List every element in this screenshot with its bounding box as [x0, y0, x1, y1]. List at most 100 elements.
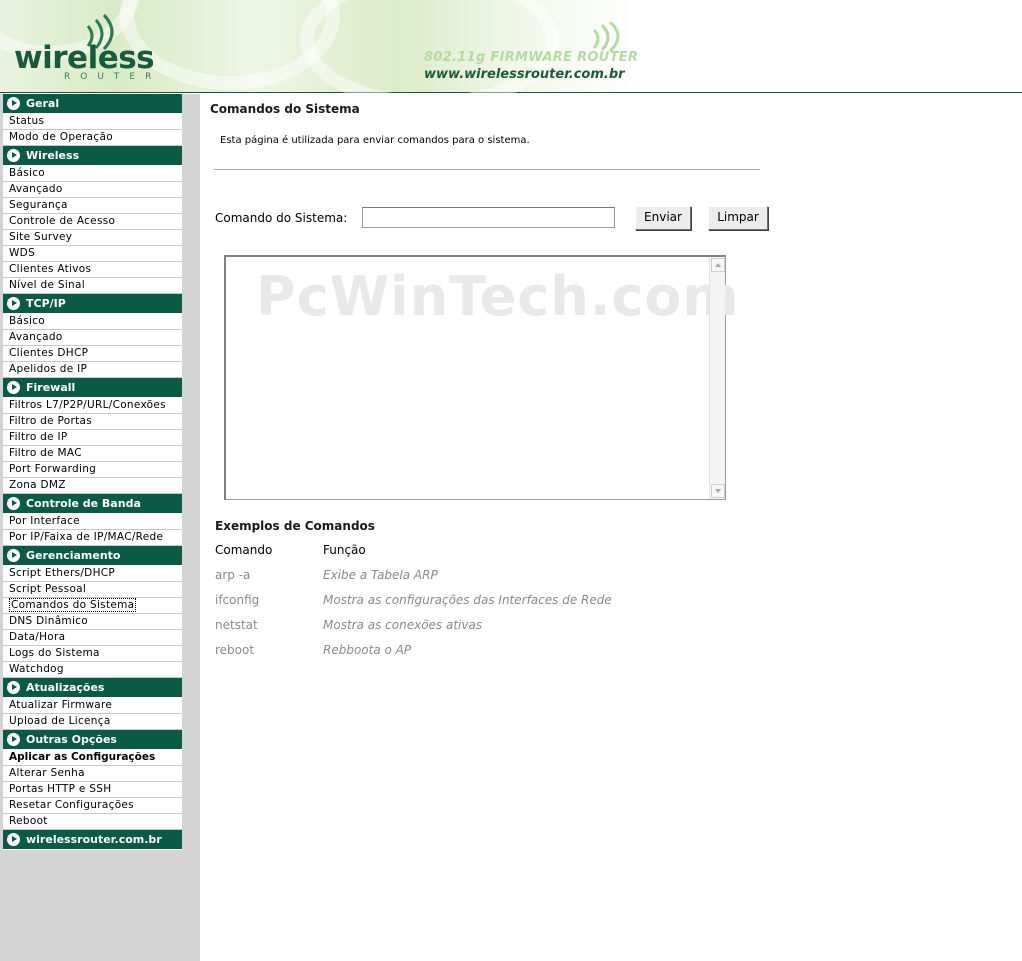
- menu-section-geral[interactable]: Geral: [3, 94, 182, 114]
- sidebar-item-label: Script Ethers/DHCP: [9, 567, 116, 579]
- examples-table: Comando Função arp -a Exibe a Tabela ARP i…: [215, 543, 612, 668]
- sidebar-item-basico[interactable]: Básico: [3, 314, 182, 330]
- sidebar: Geral Status Modo de Operação Wireless Básic…: [0, 94, 200, 961]
- sidebar-item-controle-de-acesso[interactable]: Controle de Acesso: [3, 214, 182, 230]
- command-input[interactable]: [362, 207, 615, 228]
- sidebar-item-label: Filtro de Portas: [9, 415, 93, 427]
- menu-section-label: Atualizações: [26, 681, 105, 694]
- sidebar-item-label: Segurança: [9, 199, 68, 211]
- sidebar-item-status[interactable]: Status: [3, 114, 182, 130]
- sidebar-item-reboot[interactable]: Reboot: [3, 814, 182, 830]
- sidebar-item-label: Logs do Sistema: [9, 647, 100, 659]
- sidebar-item-portas-http-e-ssh[interactable]: Portas HTTP e SSH: [3, 782, 182, 798]
- sidebar-item-logs-do-sistema[interactable]: Logs do Sistema: [3, 646, 182, 662]
- menu-section-label: Outras Opções: [26, 733, 117, 746]
- scroll-up-icon[interactable]: [711, 258, 725, 272]
- sidebar-item-por-interface[interactable]: Por Interface: [3, 514, 182, 530]
- sidebar-item-label: Watchdog: [9, 663, 64, 675]
- sidebar-item-aplicar-as-configuracoes[interactable]: Aplicar as Configurações: [3, 750, 182, 766]
- menu-section-tcp-ip[interactable]: TCP/IP: [3, 294, 182, 314]
- sidebar-item-label: Clientes DHCP: [9, 347, 89, 359]
- menu-section-atualizacoes[interactable]: Atualizações: [3, 678, 182, 698]
- tagline: 802.11g FIRMWARE ROUTER www.wirelessrout…: [424, 50, 638, 82]
- watermark: PcWinTech.com: [256, 265, 740, 328]
- sidebar-item-zona-dmz[interactable]: Zona DMZ: [3, 478, 182, 494]
- arrow-right-circle-icon: [7, 833, 20, 846]
- output-textarea[interactable]: PcWinTech.com: [224, 255, 739, 500]
- sidebar-item-avancado[interactable]: Avançado: [3, 330, 182, 346]
- sidebar-item-site-survey[interactable]: Site Survey: [3, 230, 182, 246]
- sidebar-item-port-forwarding[interactable]: Port Forwarding: [3, 462, 182, 478]
- examples-header-command: Comando: [215, 543, 273, 557]
- menu-section-wireless[interactable]: Wireless: [3, 146, 182, 166]
- sidebar-item-dns-dinamico[interactable]: DNS Dinâmico: [3, 614, 182, 630]
- sidebar-item-resetar-configuracoes[interactable]: Resetar Configurações: [3, 798, 182, 814]
- tagline-url: www.wirelessrouter.com.br: [424, 67, 625, 82]
- menu-section-label: Gerenciamento: [26, 549, 121, 562]
- menu-section-label: TCP/IP: [26, 297, 66, 310]
- sidebar-item-label: WDS: [9, 247, 36, 259]
- sidebar-item-data-hora[interactable]: Data/Hora: [3, 630, 182, 646]
- examples-title: Exemplos de Comandos: [215, 519, 375, 533]
- examples-header-function: Função: [323, 543, 366, 557]
- sidebar-item-label: Upload de Licença: [9, 715, 111, 727]
- sidebar-item-filtro-de-mac[interactable]: Filtro de MAC: [3, 446, 182, 462]
- sidebar-item-filtro-de-portas[interactable]: Filtro de Portas: [3, 414, 182, 430]
- sidebar-item-label: Portas HTTP e SSH: [9, 783, 112, 795]
- arrow-right-circle-icon: [7, 381, 20, 394]
- send-button[interactable]: Enviar: [635, 206, 691, 230]
- main-content: Comandos do Sistema Esta página é utiliz…: [200, 94, 1022, 961]
- sidebar-item-label: Resetar Configurações: [9, 799, 134, 811]
- output-scrollbar[interactable]: [709, 257, 725, 499]
- sidebar-item-modo-de-operacao[interactable]: Modo de Operação: [3, 130, 182, 146]
- sidebar-item-nivel-de-sinal[interactable]: Nível de Sinal: [3, 278, 182, 294]
- tagline-product: 802.11g FIRMWARE ROUTER: [424, 50, 639, 65]
- example-function: Mostra as configurações das Interfaces d…: [323, 593, 612, 607]
- sidebar-item-apelidos-de-ip[interactable]: Apelidos de IP: [3, 362, 182, 378]
- sidebar-item-label: Básico: [9, 167, 46, 179]
- sidebar-item-alterar-senha[interactable]: Alterar Senha: [3, 766, 182, 782]
- sidebar-item-clientes-ativos[interactable]: Clientes Ativos: [3, 262, 182, 278]
- sidebar-item-avancado[interactable]: Avançado: [3, 182, 182, 198]
- sidebar-item-label: Reboot: [9, 815, 48, 827]
- sidebar-item-label: Por IP/Faixa de IP/MAC/Rede: [9, 531, 164, 543]
- sidebar-item-filtro-de-ip[interactable]: Filtro de IP: [3, 430, 182, 446]
- sidebar-item-comandos-do-sistema[interactable]: Comandos do Sistema: [3, 598, 182, 614]
- examples-header-row: Comando Função: [215, 543, 612, 568]
- sidebar-item-watchdog[interactable]: Watchdog: [3, 662, 182, 678]
- menu-section-label: Geral: [26, 97, 60, 110]
- sidebar-item-basico[interactable]: Básico: [3, 166, 182, 182]
- logo: wireless ROUTER: [14, 40, 162, 82]
- sidebar-item-atualizar-firmware[interactable]: Atualizar Firmware: [3, 698, 182, 714]
- sidebar-item-script-ethers-dhcp[interactable]: Script Ethers/DHCP: [3, 566, 182, 582]
- menu-section-wirelessrouter-com-br[interactable]: wirelessrouter.com.br: [3, 830, 182, 850]
- sidebar-item-seguranca[interactable]: Segurança: [3, 198, 182, 214]
- scroll-down-icon[interactable]: [711, 484, 725, 498]
- clear-button[interactable]: Limpar: [708, 206, 768, 230]
- arrow-right-circle-icon: [7, 297, 20, 310]
- sidebar-item-filtros-l7-p2p-url-conexoes[interactable]: Filtros L7/P2P/URL/Conexões: [3, 398, 182, 414]
- menu-section-firewall[interactable]: Firewall: [3, 378, 182, 398]
- sidebar-item-clientes-dhcp[interactable]: Clientes DHCP: [3, 346, 182, 362]
- menu-section-controle-de-banda[interactable]: Controle de Banda: [3, 494, 182, 514]
- sidebar-item-wds[interactable]: WDS: [3, 246, 182, 262]
- example-command: arp -a: [215, 568, 251, 582]
- sidebar-item-label: Aplicar as Configurações: [9, 751, 156, 763]
- page-title: Comandos do Sistema: [210, 102, 360, 116]
- menu-section-gerenciamento[interactable]: Gerenciamento: [3, 546, 182, 566]
- sidebar-item-script-pessoal[interactable]: Script Pessoal: [3, 582, 182, 598]
- sidebar-item-upload-de-licenca[interactable]: Upload de Licença: [3, 714, 182, 730]
- arrow-right-circle-icon: [7, 733, 20, 746]
- sidebar-item-label: Data/Hora: [9, 631, 66, 643]
- menu-section-label: Wireless: [26, 149, 80, 162]
- divider: [214, 169, 760, 170]
- sidebar-item-label: Comandos do Sistema: [9, 598, 137, 612]
- menu-section-label: Firewall: [26, 381, 76, 394]
- menu-section-outras-opcoes[interactable]: Outras Opções: [3, 730, 182, 750]
- table-row: arp -a Exibe a Tabela ARP: [215, 568, 612, 593]
- sidebar-item-label: Modo de Operação: [9, 131, 113, 143]
- sidebar-item-label: Zona DMZ: [9, 479, 66, 491]
- nav-menu: Geral Status Modo de Operação Wireless Básic…: [3, 94, 182, 850]
- sidebar-item-por-ip-faixa-de-ip-mac-rede[interactable]: Por IP/Faixa de IP/MAC/Rede: [3, 530, 182, 546]
- command-label: Comando do Sistema:: [215, 211, 348, 225]
